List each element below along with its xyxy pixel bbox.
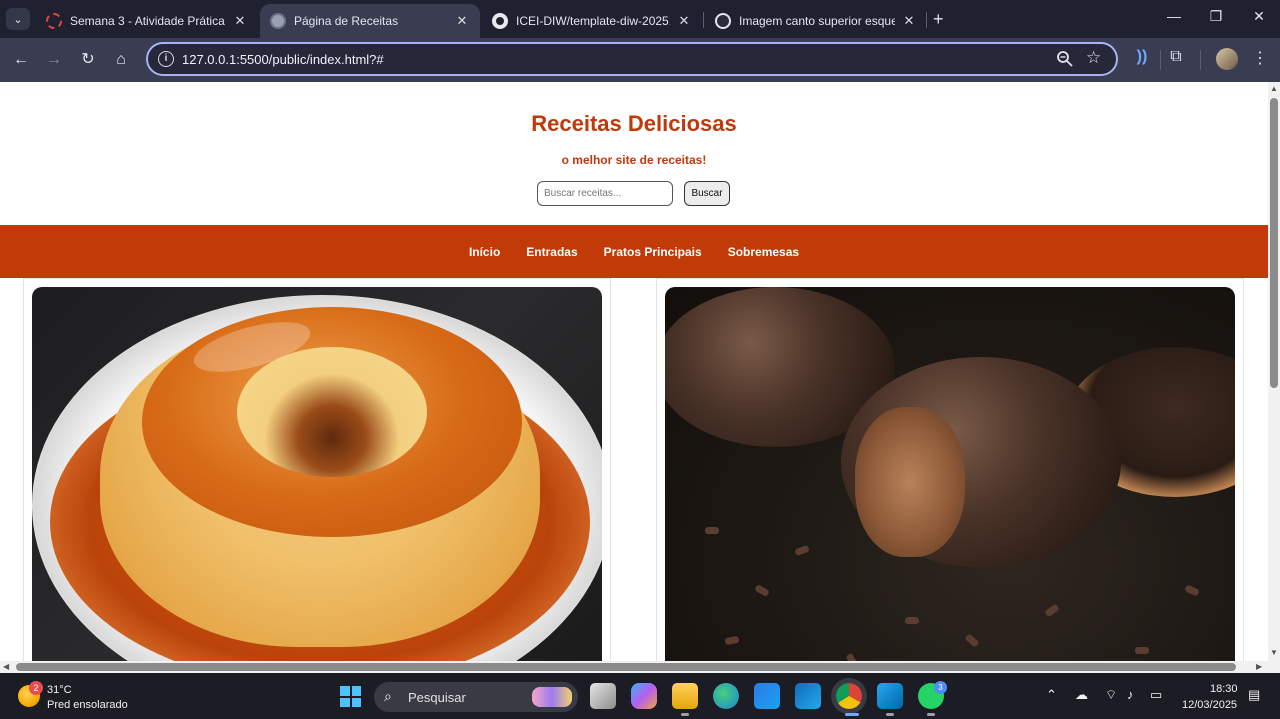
site-info-icon[interactable]: i [158,51,174,67]
notifications-icon[interactable]: ▤ [1248,687,1260,703]
scroll-up-arrow-icon[interactable]: ▲ [1270,84,1278,93]
url-text[interactable]: 127.0.0.1:5500/public/index.html?# [182,52,384,67]
nav-link-sobremesas[interactable]: Sobremesas [728,245,799,259]
toolbar-divider [1200,50,1201,70]
app-running-indicator [886,713,894,716]
site-title: Receitas Deliciosas [531,111,737,136]
toolbar-divider [1160,50,1161,70]
close-icon[interactable]: ✕ [454,13,470,29]
close-icon[interactable]: ✕ [232,13,248,29]
read-aloud-icon[interactable]: )) [1130,48,1154,66]
battery-icon[interactable]: ▭ [1150,687,1162,703]
address-bar[interactable]: i 127.0.0.1:5500/public/index.html?# ☆ [146,42,1118,76]
page-viewport: Receitas Deliciosas o melhor site de rec… [0,82,1268,661]
tab-title: Imagem canto superior esquerd [739,14,895,28]
scroll-right-arrow-icon[interactable]: ▶ [1256,662,1262,671]
nav-link-inicio[interactable]: Início [469,245,500,259]
tab-search-button[interactable]: ⌄ [6,8,30,30]
pudim-de-leite-photo[interactable] [32,287,602,661]
search-icon: ⌕ [384,688,392,704]
file-explorer-icon[interactable] [672,683,698,709]
volume-icon[interactable]: ♪ [1127,687,1134,702]
back-button[interactable]: ← [10,49,32,71]
app-running-indicator [927,713,935,716]
scroll-left-arrow-icon[interactable]: ◀ [3,662,9,671]
scroll-down-arrow-icon[interactable]: ▼ [1270,648,1278,657]
windows-taskbar: 2 31°C Pred ensolarado ⌕ Pesquisar 3 ⌃ ☁… [0,673,1280,719]
recipe-card[interactable] [23,278,611,661]
tab-imagem-canto[interactable]: Imagem canto superior esquerd ✕ [705,4,927,38]
globe-icon [270,13,286,29]
show-hidden-icons-icon[interactable]: ⌃ [1046,687,1057,703]
recipe-card[interactable] [656,278,1244,661]
clock-date[interactable]: 12/03/2025 [1182,699,1237,711]
extensions-icon[interactable]: ⧉ [1164,48,1188,66]
more-menu-icon[interactable]: ⋮ [1248,48,1272,68]
main-navigation: Início Entradas Pratos Principais Sobrem… [0,225,1268,278]
loading-ring-icon [46,13,62,29]
task-view-icon[interactable] [590,683,616,709]
taskbar-search-label: Pesquisar [408,690,466,705]
forward-button[interactable]: → [43,49,65,71]
whatsapp-badge: 3 [934,681,947,694]
search-input[interactable] [537,181,673,206]
outlook-icon[interactable] [795,683,821,709]
window-close-button[interactable]: ✕ [1245,8,1273,25]
close-icon[interactable]: ✕ [676,13,692,29]
browser-tab-strip: ⌄ Semana 3 - Atividade Prática ✕ Página … [0,0,1280,38]
nav-link-pratos-principais[interactable]: Pratos Principais [604,245,702,259]
bookmark-star-icon[interactable]: ☆ [1086,48,1101,68]
app-running-indicator [681,713,689,716]
zoom-icon[interactable] [1056,50,1074,68]
wifi-icon[interactable]: ⌔ [1105,687,1117,703]
brigadeiro-photo[interactable] [665,287,1235,661]
vertical-scrollbar[interactable]: ▲ ▼ [1268,82,1280,661]
tab-title: Página de Receitas [294,14,399,28]
vscode-icon[interactable] [877,683,903,709]
taskbar-search[interactable]: ⌕ Pesquisar [374,682,578,712]
reload-button[interactable]: ↻ [77,49,99,71]
tab-icei-diw[interactable]: ICEI-DIW/template-diw-20251- ✕ [482,4,702,38]
weather-description[interactable]: Pred ensolarado [47,699,128,711]
profile-avatar[interactable] [1216,48,1238,70]
windows-start-icon[interactable] [340,686,361,707]
weather-badge: 2 [29,681,43,695]
horizontal-scroll-thumb[interactable] [16,663,1236,671]
clock-time[interactable]: 18:30 [1210,683,1238,695]
search-highlight-icon [532,687,572,707]
weather-temperature[interactable]: 31°C [47,684,72,696]
tab-semana-3[interactable]: Semana 3 - Atividade Prática ✕ [36,4,258,38]
edge-icon[interactable] [713,683,739,709]
github-icon [492,13,508,29]
chatgpt-icon [715,13,731,29]
close-icon[interactable]: ✕ [901,13,917,29]
onedrive-cloud-icon[interactable]: ☁ [1075,687,1088,703]
horizontal-scrollbar[interactable]: ◀ ▶ [0,661,1280,673]
tab-pagina-de-receitas[interactable]: Página de Receitas ✕ [260,4,480,38]
chrome-icon[interactable] [836,683,862,709]
tab-divider [703,12,704,28]
app-active-indicator [845,713,859,716]
tab-divider [926,12,927,28]
browser-toolbar: ← → ↻ ⌂ i 127.0.0.1:5500/public/index.ht… [0,38,1280,82]
minimize-button[interactable]: — [1160,8,1188,24]
nav-link-entradas[interactable]: Entradas [526,245,577,259]
copilot-icon[interactable] [631,683,657,709]
vertical-scroll-thumb[interactable] [1270,98,1278,388]
tab-title: Semana 3 - Atividade Prática [70,14,225,28]
restore-button[interactable]: ❐ [1202,8,1230,25]
home-button[interactable]: ⌂ [110,49,132,71]
tab-title: ICEI-DIW/template-diw-20251- [516,14,670,28]
store-icon[interactable] [754,683,780,709]
search-button[interactable]: Buscar [684,181,730,206]
site-subtitle: o melhor site de receitas! [561,153,707,167]
new-tab-button[interactable]: + [933,9,944,30]
site-header: Receitas Deliciosas o melhor site de rec… [0,82,1268,225]
